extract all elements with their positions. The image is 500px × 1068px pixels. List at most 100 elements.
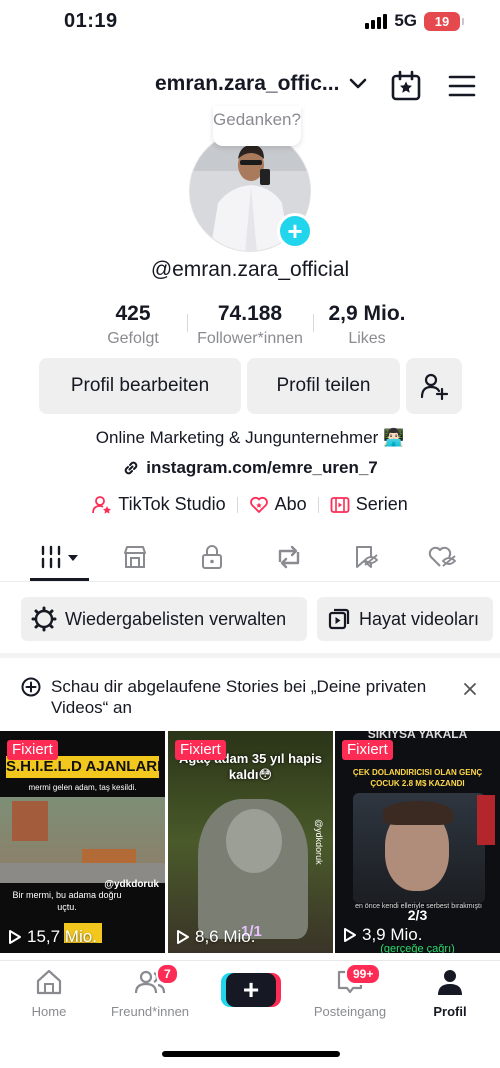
video-thumbnail[interactable]: SIKIYSA YAKALA ÇEK DOLANDIRICISI OLAN GE… xyxy=(335,731,500,953)
home-icon xyxy=(36,969,62,995)
network-type: 5G xyxy=(394,11,417,30)
stat-likes[interactable]: 2,9 Mio. Likes xyxy=(307,302,427,348)
status-indicators: 5G 19 xyxy=(365,11,464,31)
nav-inbox[interactable]: Posteingang 99+ xyxy=(305,963,395,1019)
notice-text: Schau dir abgelaufene Stories bei „Deine… xyxy=(51,677,427,717)
pinned-badge: Fixiert xyxy=(342,740,393,760)
profile-stats: 425 Gefolgt 74.188 Follower*innen 2,9 Mi… xyxy=(0,302,500,352)
tab-private[interactable] xyxy=(192,542,232,572)
play-icon xyxy=(344,928,356,942)
manage-playlists-label: Wiedergabelisten verwalten xyxy=(65,608,287,629)
play-icon xyxy=(177,930,189,944)
divider xyxy=(317,496,319,513)
add-friend-button[interactable] xyxy=(406,358,462,414)
tab-liked[interactable] xyxy=(423,542,463,572)
manage-playlists-button[interactable]: Wiedergabelisten verwalten xyxy=(21,597,307,641)
grid-icon xyxy=(41,545,78,569)
chevron-down-icon xyxy=(350,78,367,89)
inbox-badge: 99+ xyxy=(345,963,382,985)
view-count: 8,6 Mio. xyxy=(195,927,256,946)
nav-label: Home xyxy=(31,1004,67,1019)
profile-icon xyxy=(438,970,462,995)
video-thumbnail[interactable]: S.H.I.E.L.D AJANLARI mermi gelen adam, t… xyxy=(0,731,165,953)
shop-icon xyxy=(124,546,146,568)
stat-divider xyxy=(187,314,188,332)
add-user-icon xyxy=(420,373,448,400)
stat-value: 2,9 Mio. xyxy=(328,302,406,325)
video-views: 8,6 Mio. xyxy=(176,927,255,947)
profile-header: emran.zara_offic... xyxy=(0,66,500,106)
profile-bio: Online Marketing & Jungunternehmer 👨🏻‍💻 xyxy=(95,428,405,447)
nav-label: Profil xyxy=(433,1004,467,1019)
add-circle-icon xyxy=(21,677,41,697)
account-switcher[interactable]: emran.zara_offic... xyxy=(155,72,367,96)
playlist-hayat-button[interactable]: Hayat videoları xyxy=(317,597,493,641)
stat-label: Follower*innen xyxy=(197,330,303,347)
heart-star-icon xyxy=(249,496,268,513)
series-link[interactable]: Serien xyxy=(330,494,408,515)
video-subtitle: Bir mermi, bu adama doğru uçtu. xyxy=(12,890,122,912)
divider xyxy=(236,496,238,513)
quick-link-label: Serien xyxy=(355,494,408,514)
profile-handle: @emran.zara_official xyxy=(150,258,350,281)
video-caption: mermi gelen adam, taş kesildi. xyxy=(28,783,137,792)
nav-profile[interactable]: Profil xyxy=(405,967,495,1019)
link-icon xyxy=(124,461,138,475)
close-icon[interactable] xyxy=(463,682,477,696)
nav-home[interactable]: Home xyxy=(4,967,94,1019)
nav-friends[interactable]: Freund*innen 7 xyxy=(105,963,195,1019)
bottom-nav: Home Freund*innen 7 + Posteingang 99+ Pr… xyxy=(0,960,500,1030)
plus-icon: + xyxy=(226,973,276,1007)
stat-following[interactable]: 425 Gefolgt xyxy=(73,302,193,348)
profile-tabs xyxy=(0,534,500,582)
heart-hidden-icon xyxy=(428,546,457,567)
stat-label: Gefolgt xyxy=(107,330,159,347)
playlist-label: Hayat videoları xyxy=(359,608,480,629)
view-count: 3,9 Mio. xyxy=(362,925,423,944)
pinned-badge: Fixiert xyxy=(175,740,226,760)
video-views: 3,9 Mio. xyxy=(343,925,422,945)
edit-profile-button[interactable]: Profil bearbeiten xyxy=(39,358,241,414)
profile-link-text: instagram.com/emre_uren_7 xyxy=(146,458,378,477)
video-thumbnail[interactable]: Ağaç adam 35 yıl hapis kaldı😳 @ydkdoruk … xyxy=(168,731,333,953)
lock-icon xyxy=(202,545,222,569)
quick-links: TikTok Studio Abo Serien xyxy=(0,494,500,515)
battery-icon: 19 xyxy=(424,11,464,31)
repost-icon xyxy=(278,545,300,569)
stat-followers[interactable]: 74.188 Follower*innen xyxy=(190,302,310,348)
tiktok-studio-link[interactable]: TikTok Studio xyxy=(92,494,226,515)
play-icon xyxy=(9,930,21,944)
video-credit: @ydkdoruk xyxy=(314,819,324,865)
video-grid: S.H.I.E.L.D AJANLARI mermi gelen adam, t… xyxy=(0,731,500,955)
stat-label: Likes xyxy=(348,330,386,347)
battery-level: 19 xyxy=(434,13,450,29)
menu-icon[interactable] xyxy=(448,74,476,98)
thoughts-bubble[interactable]: Gedanken? xyxy=(213,106,301,146)
header-username: emran.zara_offic... xyxy=(155,72,340,95)
profile-link[interactable]: instagram.com/emre_uren_7 xyxy=(0,458,500,478)
creator-star-icon xyxy=(92,495,112,514)
signal-icon xyxy=(365,13,388,29)
tab-favorites[interactable] xyxy=(346,542,386,572)
calendar-star-icon[interactable] xyxy=(390,70,422,102)
pinned-badge: Fixiert xyxy=(7,740,58,760)
add-story-button[interactable]: + xyxy=(277,213,313,249)
quick-link-label: Abo xyxy=(274,494,307,514)
video-caption: ÇEK DOLANDIRICISI OLAN GENÇ ÇOCUK 2.8 M$… xyxy=(352,768,483,788)
nav-label: Posteingang xyxy=(313,1004,387,1019)
tab-shop[interactable] xyxy=(115,542,155,572)
section-divider xyxy=(0,653,500,658)
share-profile-button[interactable]: Profil teilen xyxy=(247,358,400,414)
create-button[interactable]: + xyxy=(221,973,281,1007)
nav-label: Freund*innen xyxy=(110,1004,190,1019)
quick-link-label: TikTok Studio xyxy=(118,494,226,514)
stat-value: 74.188 xyxy=(217,302,283,325)
subscription-link[interactable]: Abo xyxy=(249,494,307,515)
tab-videos[interactable] xyxy=(38,542,82,572)
home-indicator xyxy=(162,1051,340,1057)
video-page-badge: 2/3 xyxy=(407,907,428,923)
video-views: 15,7 Mio. xyxy=(8,927,97,947)
tab-reposts[interactable] xyxy=(269,542,309,572)
friends-badge: 7 xyxy=(156,963,179,985)
stat-value: 425 xyxy=(115,302,151,325)
